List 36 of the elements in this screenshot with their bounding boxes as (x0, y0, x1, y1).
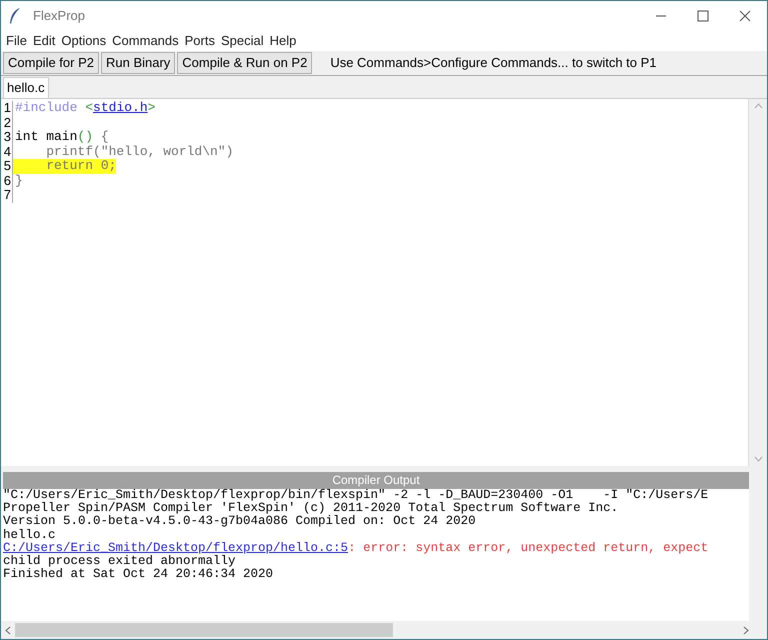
file-tab[interactable]: hello.c (3, 77, 49, 98)
menu-item[interactable]: File (3, 31, 30, 51)
close-icon[interactable] (739, 10, 751, 22)
scroll-thumb[interactable] (15, 623, 393, 637)
line-number: 1 (1, 101, 13, 116)
menu-item[interactable]: Edit (30, 31, 58, 51)
toolbar-button[interactable]: Run Binary (100, 52, 176, 74)
window-title: FlexProp (33, 7, 86, 26)
hint-text: Use Commands>Configure Commands... to switch to P1 (330, 54, 657, 72)
menu-item[interactable]: Options (58, 31, 110, 51)
output-line: hello.c (3, 528, 57, 542)
code-line: int main() { (14, 130, 109, 144)
output-line: "C:/Users/Eric_Smith/Desktop/flexprop/bin/flexspin" -2 -l -D_BAUD=230400 -O1 -I "C:/Users/E (3, 489, 710, 502)
output-line: C:/Users/Eric_Smith/Desktop/flexprop/hello.c:5: error: syntax error, unexpected return, expect (3, 542, 710, 555)
toolbar-button[interactable]: Compile for P2 (3, 52, 99, 74)
output-header: Compiler Output (3, 472, 749, 489)
code-line: printf("hello, world\n") (45, 144, 234, 159)
code-editor[interactable]: 1 #include <stdio.h> 2 3 int main() { 4 printf("hello, world\n") 5 return 0; 6 } 7 (1, 99, 749, 466)
output-line: child process exited abnormally (3, 555, 236, 568)
menu-item[interactable]: Help (266, 31, 300, 51)
output-line: Version 5.0.0-beta-v4.5.0-43-g7b04a086 Compiled on: Oct 24 2020 (3, 515, 477, 529)
maximize-icon[interactable] (697, 10, 709, 22)
line-number: 4 (1, 144, 13, 159)
menu-item[interactable]: Ports (182, 31, 218, 51)
code-line: } (14, 174, 23, 188)
code-line: #include <stdio.h> (14, 101, 156, 116)
menu-item[interactable]: Special (218, 31, 267, 51)
output-line: Finished at Sat Oct 24 20:46:34 2020 (3, 568, 274, 582)
toolbar-button[interactable]: Compile & Run on P2 (177, 52, 312, 74)
line-number: 6 (1, 174, 13, 188)
line-number: 7 (1, 188, 13, 202)
output-line: Propeller Spin/PASM Compiler 'FlexSpin' (c) 2011-2020 Total Spectrum Software Inc. (3, 502, 620, 516)
line-number: 3 (1, 130, 13, 144)
line-number: 2 (1, 116, 13, 130)
feather-icon (9, 8, 21, 24)
menu-item[interactable]: Commands (109, 31, 182, 51)
